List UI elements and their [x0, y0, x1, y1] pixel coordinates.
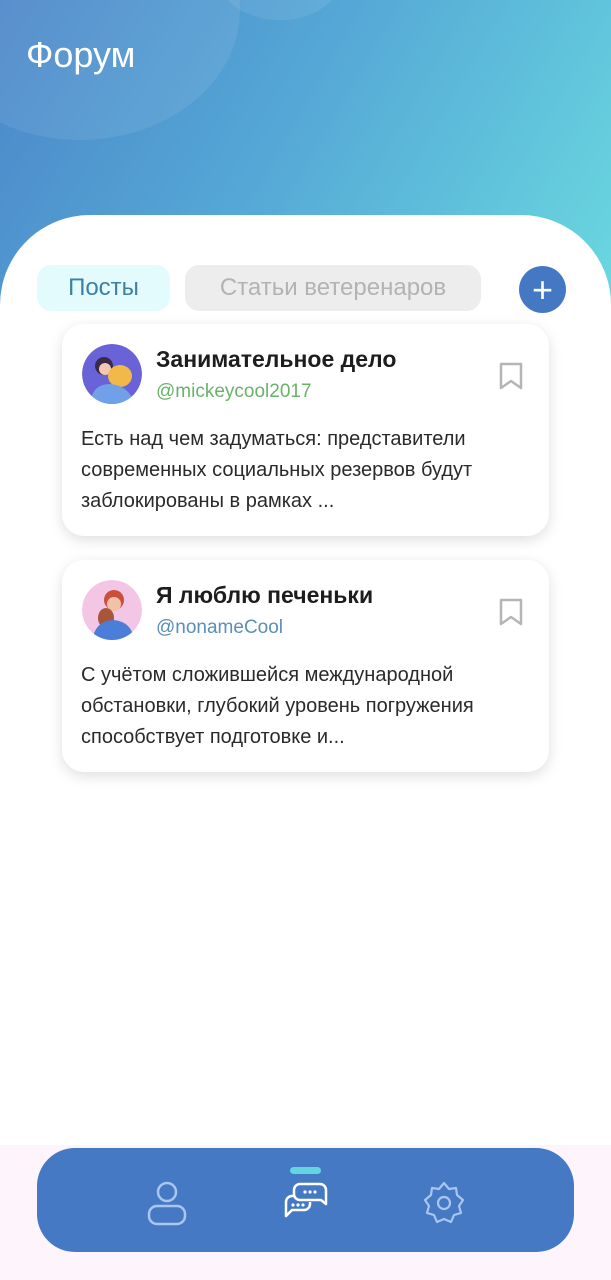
post-excerpt: С учётом сложившейся международной обста… [81, 664, 474, 748]
post-author[interactable]: @nonameCool [156, 617, 283, 639]
user-icon[interactable] [142, 1178, 192, 1228]
page-title: Форум [26, 34, 136, 75]
active-indicator [290, 1167, 321, 1174]
tab-vet-articles[interactable]: Статьи ветеренаров [185, 265, 481, 311]
post-title: Занимательное дело [156, 346, 397, 372]
post-card[interactable]: Я люблю печеньки @nonameCool С учётом сл… [62, 560, 549, 772]
tab-posts[interactable]: Посты [37, 265, 170, 311]
bottom-nav [37, 1148, 574, 1252]
post-title: Я люблю печеньки [156, 582, 374, 608]
gear-icon[interactable] [419, 1178, 469, 1228]
post-card[interactable]: Занимательное дело @mickeycool2017 Есть … [62, 324, 549, 536]
avatar [82, 580, 142, 640]
add-post-button[interactable]: + [519, 266, 566, 313]
post-excerpt: Есть над чем задуматься: представители с… [81, 428, 473, 512]
bookmark-icon[interactable] [499, 598, 523, 626]
avatar [82, 344, 142, 404]
chat-icon[interactable] [280, 1178, 330, 1228]
post-author[interactable]: @mickeycool2017 [156, 381, 312, 403]
bookmark-icon[interactable] [499, 362, 523, 390]
